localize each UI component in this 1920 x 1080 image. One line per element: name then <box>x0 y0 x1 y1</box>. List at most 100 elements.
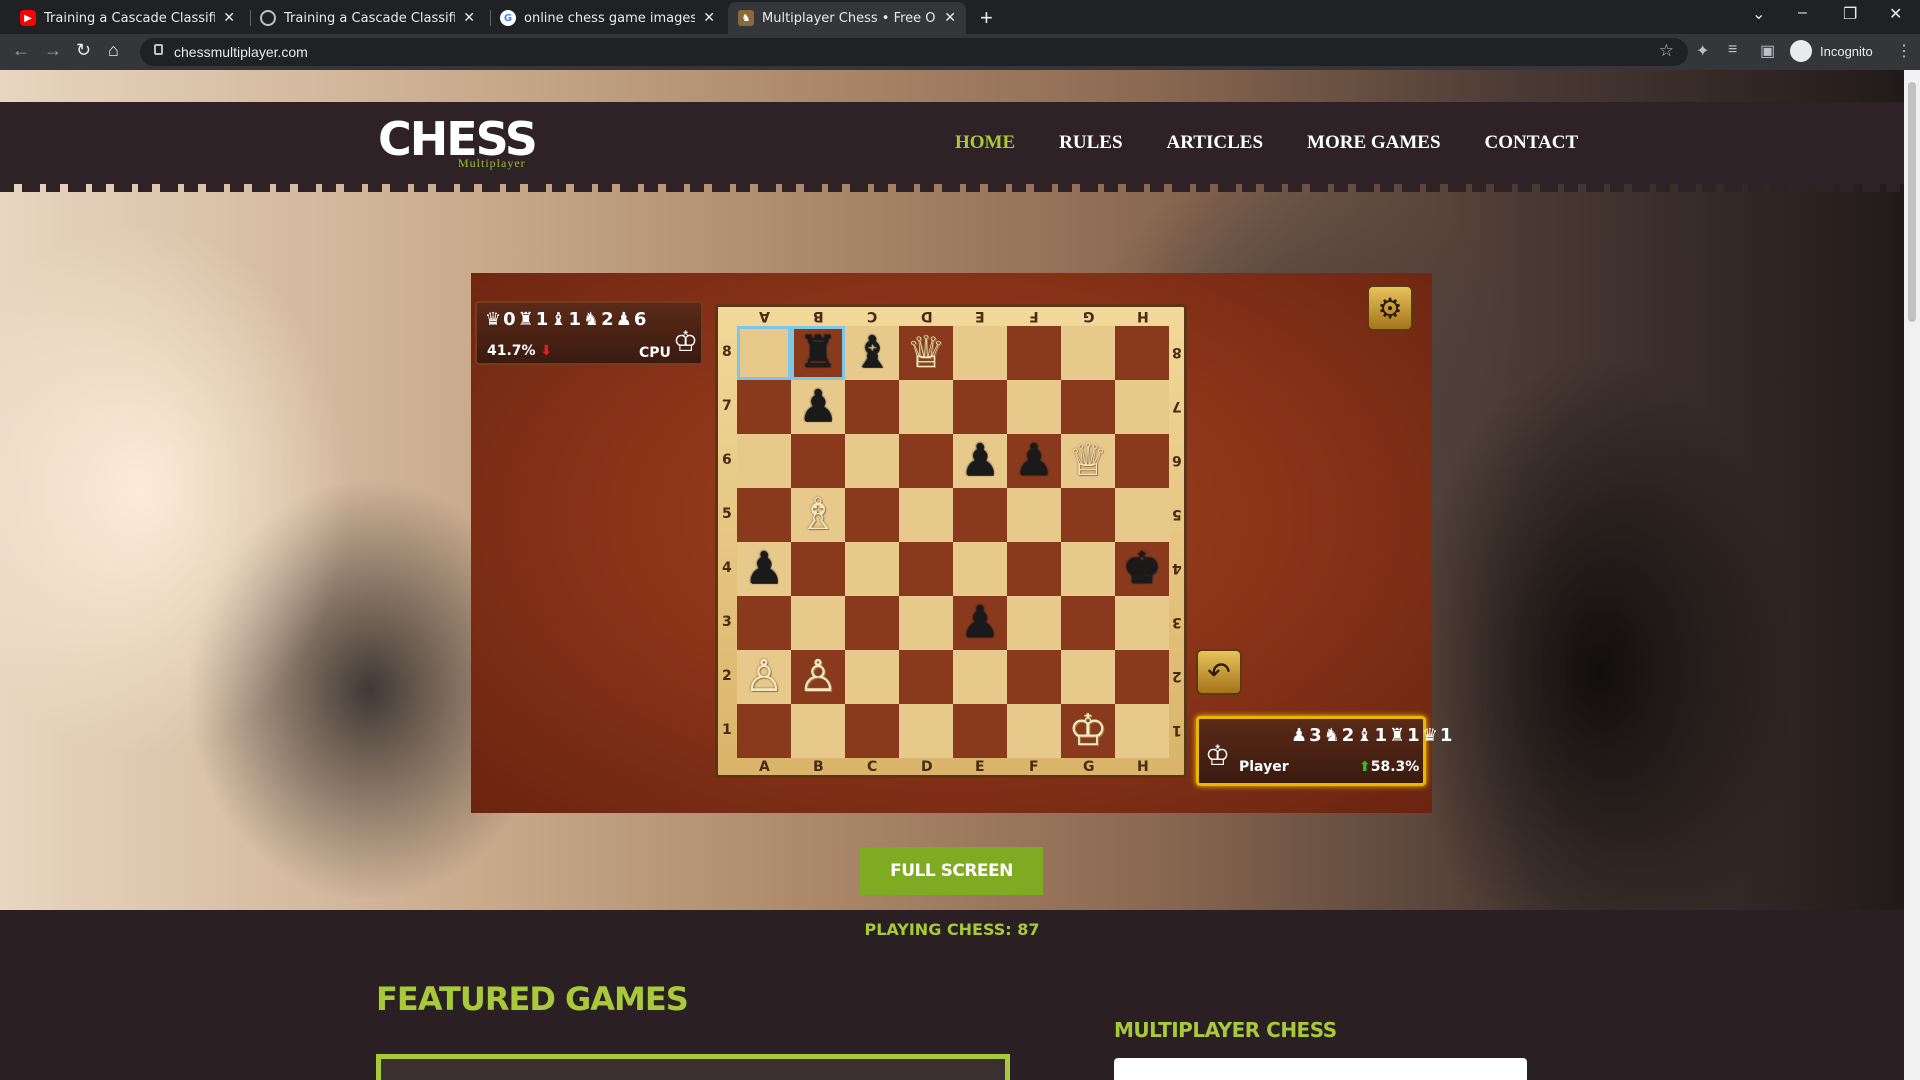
close-tab-icon[interactable]: ✕ <box>463 10 475 26</box>
square-c2[interactable] <box>845 650 899 704</box>
nav-rules[interactable]: RULES <box>1059 132 1122 154</box>
square-f4[interactable] <box>1007 542 1061 596</box>
square-b3[interactable] <box>791 596 845 650</box>
square-g4[interactable] <box>1061 542 1115 596</box>
square-c5[interactable] <box>845 488 899 542</box>
forward-icon[interactable]: → <box>44 40 62 61</box>
square-e4[interactable] <box>953 542 1007 596</box>
black-piece-icon[interactable]: ♝ <box>852 326 891 380</box>
black-piece-icon[interactable]: ♟ <box>744 542 783 596</box>
site-logo[interactable]: CHESS Multiplayer <box>378 116 538 170</box>
square-d3[interactable] <box>899 596 953 650</box>
square-h3[interactable] <box>1115 596 1169 650</box>
square-b6[interactable] <box>791 434 845 488</box>
home-icon[interactable]: ⌂ <box>108 40 119 61</box>
bookmark-star-icon[interactable]: ☆ <box>1659 41 1674 61</box>
square-d1[interactable] <box>899 704 953 758</box>
white-piece-icon[interactable]: ♔ <box>1068 704 1107 758</box>
square-e3[interactable]: ♟ <box>953 596 1007 650</box>
square-b2[interactable]: ♙ <box>791 650 845 704</box>
browser-tab[interactable]: G online chess game images - Goo ✕ <box>490 2 725 34</box>
square-f8[interactable] <box>1007 326 1061 380</box>
tab-search-icon[interactable]: ⌄ <box>1752 4 1765 24</box>
square-h4[interactable]: ♚ <box>1115 542 1169 596</box>
square-c3[interactable] <box>845 596 899 650</box>
white-piece-icon[interactable]: ♙ <box>798 650 837 704</box>
white-piece-icon[interactable]: ♕ <box>906 326 945 380</box>
square-e2[interactable] <box>953 650 1007 704</box>
square-e8[interactable] <box>953 326 1007 380</box>
new-tab-icon[interactable]: + <box>980 5 993 31</box>
square-d6[interactable] <box>899 434 953 488</box>
square-c7[interactable] <box>845 380 899 434</box>
chess-game[interactable]: ♛0♜1♝1♞2♟6 41.7% ⬇ CPU ♔ ♜ ♝ ♕ ♟ ♟ ♟ ♕ ♗ ♟ ♚ ♟ ♙ ♙ ♔ … <box>471 273 1452 813</box>
square-f5[interactable] <box>1007 488 1061 542</box>
square-d2[interactable] <box>899 650 953 704</box>
black-piece-icon[interactable]: ♟ <box>1014 434 1053 488</box>
black-piece-icon[interactable]: ♟ <box>960 596 999 650</box>
reload-icon[interactable]: ↻ <box>76 40 91 61</box>
multiplayer-chess-card[interactable] <box>1114 1058 1527 1080</box>
square-d7[interactable] <box>899 380 953 434</box>
square-h7[interactable] <box>1115 380 1169 434</box>
square-h6[interactable] <box>1115 434 1169 488</box>
square-h8[interactable] <box>1115 326 1169 380</box>
square-f7[interactable] <box>1007 380 1061 434</box>
black-piece-icon[interactable]: ♟ <box>960 434 999 488</box>
nav-contact[interactable]: CONTACT <box>1485 132 1579 154</box>
square-g1[interactable]: ♔ <box>1061 704 1115 758</box>
square-g7[interactable] <box>1061 380 1115 434</box>
close-tab-icon[interactable]: ✕ <box>223 10 235 26</box>
square-b7[interactable]: ♟ <box>791 380 845 434</box>
extensions-icon[interactable]: ✦ <box>1696 41 1709 61</box>
nav-more-games[interactable]: MORE GAMES <box>1307 132 1441 154</box>
nav-home[interactable]: HOME <box>955 132 1015 154</box>
side-panel-icon[interactable]: ▣ <box>1760 41 1775 61</box>
undo-button[interactable]: ↶ <box>1196 649 1242 695</box>
square-f1[interactable] <box>1007 704 1061 758</box>
square-a4[interactable]: ♟ <box>737 542 791 596</box>
square-a1[interactable] <box>737 704 791 758</box>
square-f2[interactable] <box>1007 650 1061 704</box>
square-b4[interactable] <box>791 542 845 596</box>
url-text[interactable]: chessmultiplayer.com <box>174 44 308 60</box>
square-a7[interactable] <box>737 380 791 434</box>
square-d4[interactable] <box>899 542 953 596</box>
square-e6[interactable]: ♟ <box>953 434 1007 488</box>
square-b5[interactable]: ♗ <box>791 488 845 542</box>
square-d5[interactable] <box>899 488 953 542</box>
restore-icon[interactable]: ❐ <box>1843 4 1857 24</box>
square-c1[interactable] <box>845 704 899 758</box>
minimize-icon[interactable]: – <box>1798 4 1807 22</box>
square-a8[interactable] <box>737 326 791 380</box>
square-h2[interactable] <box>1115 650 1169 704</box>
square-c8[interactable]: ♝ <box>845 326 899 380</box>
square-f3[interactable] <box>1007 596 1061 650</box>
square-g2[interactable] <box>1061 650 1115 704</box>
square-a3[interactable] <box>737 596 791 650</box>
close-tab-icon[interactable]: ✕ <box>944 10 956 26</box>
square-c4[interactable] <box>845 542 899 596</box>
close-window-icon[interactable]: ✕ <box>1889 4 1902 24</box>
media-icon[interactable]: ≡ <box>1728 41 1737 59</box>
browser-tab[interactable]: ▶ Training a Cascade Classifier - Op ✕ <box>10 2 245 34</box>
menu-icon[interactable]: ⋮ <box>1896 41 1912 61</box>
square-g3[interactable] <box>1061 596 1115 650</box>
black-piece-icon[interactable]: ♟ <box>798 380 837 434</box>
close-tab-icon[interactable]: ✕ <box>703 10 715 26</box>
square-h5[interactable] <box>1115 488 1169 542</box>
fullscreen-button[interactable]: FULL SCREEN <box>860 847 1043 895</box>
chess-board[interactable]: ♜ ♝ ♕ ♟ ♟ ♟ ♕ ♗ ♟ ♚ ♟ ♙ ♙ ♔ <box>737 326 1169 758</box>
browser-tab-active[interactable]: ♞ Multiplayer Chess • Free Online C ✕ <box>728 2 966 34</box>
square-b8[interactable]: ♜ <box>791 326 845 380</box>
browser-tab[interactable]: Training a Cascade Classifier - Le ✕ <box>250 2 485 34</box>
square-g5[interactable] <box>1061 488 1115 542</box>
square-a2[interactable]: ♙ <box>737 650 791 704</box>
square-d8[interactable]: ♕ <box>899 326 953 380</box>
black-piece-icon[interactable]: ♚ <box>1122 542 1161 596</box>
square-c6[interactable] <box>845 434 899 488</box>
address-bar[interactable]: chessmultiplayer.com ☆ <box>140 38 1688 66</box>
incognito-profile[interactable]: Incognito <box>1790 40 1873 62</box>
settings-button[interactable]: ⚙ <box>1367 285 1413 331</box>
square-g8[interactable] <box>1061 326 1115 380</box>
